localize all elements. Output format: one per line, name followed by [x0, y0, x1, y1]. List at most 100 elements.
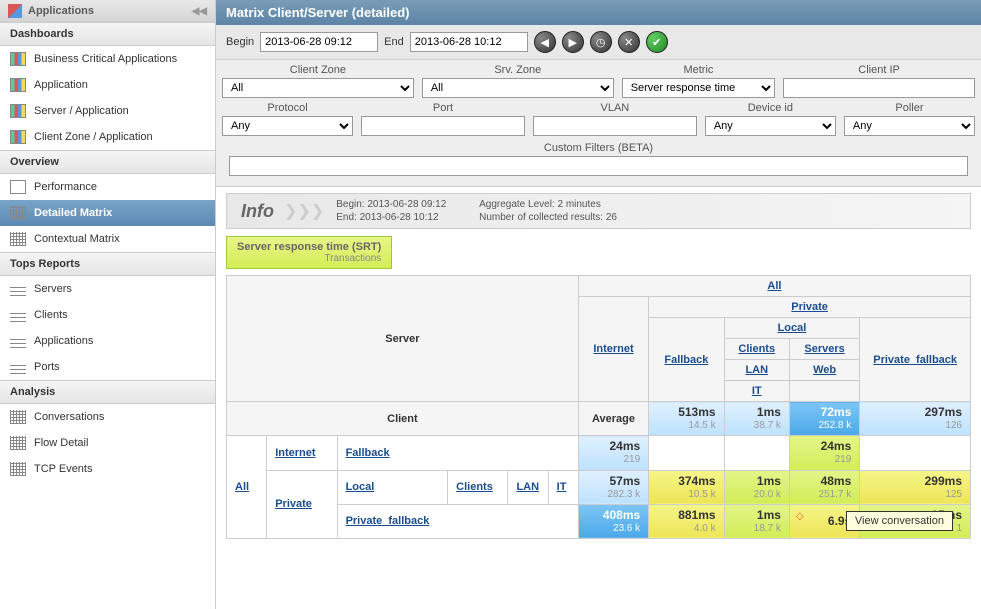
- poller-label: Poller: [895, 102, 923, 114]
- cell-r2-avg[interactable]: 57ms282.3 k: [578, 470, 648, 504]
- srv-zone-label: Srv. Zone: [494, 64, 541, 76]
- collapse-icon[interactable]: ◀◀: [192, 6, 207, 17]
- section-overview: Overview: [0, 150, 215, 174]
- nav-bca[interactable]: Business Critical Applications: [0, 46, 215, 72]
- hdr-web[interactable]: Web: [813, 364, 836, 376]
- cell-avg-3[interactable]: 72ms252.8 k: [789, 402, 859, 436]
- begin-input[interactable]: [260, 32, 378, 52]
- device-id-select[interactable]: Any: [705, 116, 836, 136]
- client-ip-label: Client IP: [858, 64, 900, 76]
- chart-icon: [10, 104, 26, 118]
- row-all[interactable]: All: [235, 481, 249, 493]
- srv-zone-select[interactable]: All: [422, 78, 614, 98]
- clock-button[interactable]: ◷: [590, 31, 612, 53]
- metric-badge-sub: Transactions: [237, 253, 381, 264]
- cell-avg-4[interactable]: 297ms126: [860, 402, 971, 436]
- metric-label: Metric: [683, 64, 713, 76]
- hdr-internet[interactable]: Internet: [593, 343, 633, 355]
- row-internet[interactable]: Internet: [275, 447, 315, 459]
- custom-filters-label: Custom Filters (BETA): [224, 142, 973, 154]
- hdr-servers[interactable]: Servers: [804, 343, 844, 355]
- sidebar-title: Applications ◀◀: [0, 0, 215, 22]
- cell-r1-1[interactable]: [649, 436, 724, 470]
- row-fallback[interactable]: Fallback: [346, 447, 390, 459]
- next-button[interactable]: ▶: [562, 31, 584, 53]
- cell-r2-4[interactable]: 299ms125: [860, 470, 971, 504]
- cell-r3-1[interactable]: 881ms4.0 k: [649, 504, 724, 538]
- prev-button[interactable]: ◀: [534, 31, 556, 53]
- cell-avg-2[interactable]: 1ms38.7 k: [724, 402, 789, 436]
- hdr-all[interactable]: All: [767, 280, 781, 292]
- server-header: Server: [227, 276, 579, 402]
- row-clients[interactable]: Clients: [456, 481, 493, 493]
- grid-icon: [10, 206, 26, 220]
- row-priv-fallback[interactable]: Private_fallback: [346, 515, 430, 527]
- metric-select[interactable]: Server response time: [622, 78, 775, 98]
- hdr-priv-fallback[interactable]: Private_fallback: [873, 354, 957, 366]
- time-toolbar: Begin End ◀ ▶ ◷ ✕ ✔: [216, 25, 981, 60]
- nav-flow-detail[interactable]: Flow Detail: [0, 430, 215, 456]
- nav-ports[interactable]: Ports: [0, 354, 215, 380]
- diamond-icon: ◇: [796, 511, 804, 522]
- hdr-lan[interactable]: LAN: [745, 364, 768, 376]
- nav-server-app[interactable]: Server / Application: [0, 98, 215, 124]
- cell-r2-2[interactable]: 1ms20.0 k: [724, 470, 789, 504]
- nav-performance[interactable]: Performance: [0, 174, 215, 200]
- apply-button[interactable]: ✔: [646, 31, 668, 53]
- cell-avg-1[interactable]: 513ms14.5 k: [649, 402, 724, 436]
- custom-filters-input[interactable]: [229, 156, 968, 176]
- metric-badge: Server response time (SRT) Transactions: [226, 236, 392, 269]
- cell-r3-2[interactable]: 1ms18.7 k: [724, 504, 789, 538]
- cell-r1-3[interactable]: 24ms219: [789, 436, 859, 470]
- nav-conversations[interactable]: Conversations: [0, 404, 215, 430]
- client-zone-label: Client Zone: [290, 64, 346, 76]
- app-icon: [8, 4, 22, 18]
- sidebar-title-text: Applications: [28, 5, 94, 17]
- protocol-select[interactable]: Any: [222, 116, 353, 136]
- row-local[interactable]: Local: [346, 481, 375, 493]
- cell-r3-avg[interactable]: 408ms23.6 k: [578, 504, 648, 538]
- nav-servers[interactable]: Servers: [0, 276, 215, 302]
- poller-select[interactable]: Any: [844, 116, 975, 136]
- cell-r1-2[interactable]: [724, 436, 789, 470]
- hdr-private[interactable]: Private: [791, 301, 828, 313]
- nav-tcp-events[interactable]: TCP Events: [0, 456, 215, 482]
- filter-panel: Client Zone All Srv. Zone All Metric Server…: [216, 60, 981, 187]
- nav-application[interactable]: Application: [0, 72, 215, 98]
- cancel-button[interactable]: ✕: [618, 31, 640, 53]
- row-lan[interactable]: LAN: [516, 481, 539, 493]
- client-zone-select[interactable]: All: [222, 78, 414, 98]
- chevron-icon: ❯❯❯: [284, 201, 324, 221]
- nav-contextual-matrix[interactable]: Contextual Matrix: [0, 226, 215, 252]
- nav-clientzone-app[interactable]: Client Zone / Application: [0, 124, 215, 150]
- average-header: Average: [578, 402, 648, 436]
- client-ip-input[interactable]: [783, 78, 975, 98]
- end-input[interactable]: [410, 32, 528, 52]
- cell-r2-3[interactable]: 48ms251.7 k: [789, 470, 859, 504]
- section-tops: Tops Reports: [0, 252, 215, 276]
- begin-label: Begin: [226, 36, 254, 48]
- nav-clients[interactable]: Clients: [0, 302, 215, 328]
- cell-r1-4[interactable]: [860, 436, 971, 470]
- client-header: Client: [227, 402, 579, 436]
- row-it[interactable]: IT: [557, 481, 567, 493]
- vlan-input[interactable]: [533, 116, 697, 136]
- hdr-clients[interactable]: Clients: [738, 343, 775, 355]
- line-icon: [10, 180, 26, 194]
- hdr-local[interactable]: Local: [778, 322, 807, 334]
- info-label: Info: [231, 201, 284, 222]
- table-icon: [10, 436, 26, 450]
- nav-detailed-matrix[interactable]: Detailed Matrix: [0, 200, 215, 226]
- end-label: End: [384, 36, 404, 48]
- hdr-it[interactable]: IT: [752, 385, 762, 397]
- device-id-label: Device id: [748, 102, 793, 114]
- chart-icon: [10, 78, 26, 92]
- cell-r1-avg[interactable]: 24ms219: [578, 436, 648, 470]
- nav-applications[interactable]: Applications: [0, 328, 215, 354]
- cell-r2-1[interactable]: 374ms10.5 k: [649, 470, 724, 504]
- port-input[interactable]: [361, 116, 525, 136]
- section-dashboards: Dashboards: [0, 22, 215, 46]
- hdr-fallback[interactable]: Fallback: [664, 354, 708, 366]
- row-private[interactable]: Private: [275, 498, 312, 510]
- section-analysis: Analysis: [0, 380, 215, 404]
